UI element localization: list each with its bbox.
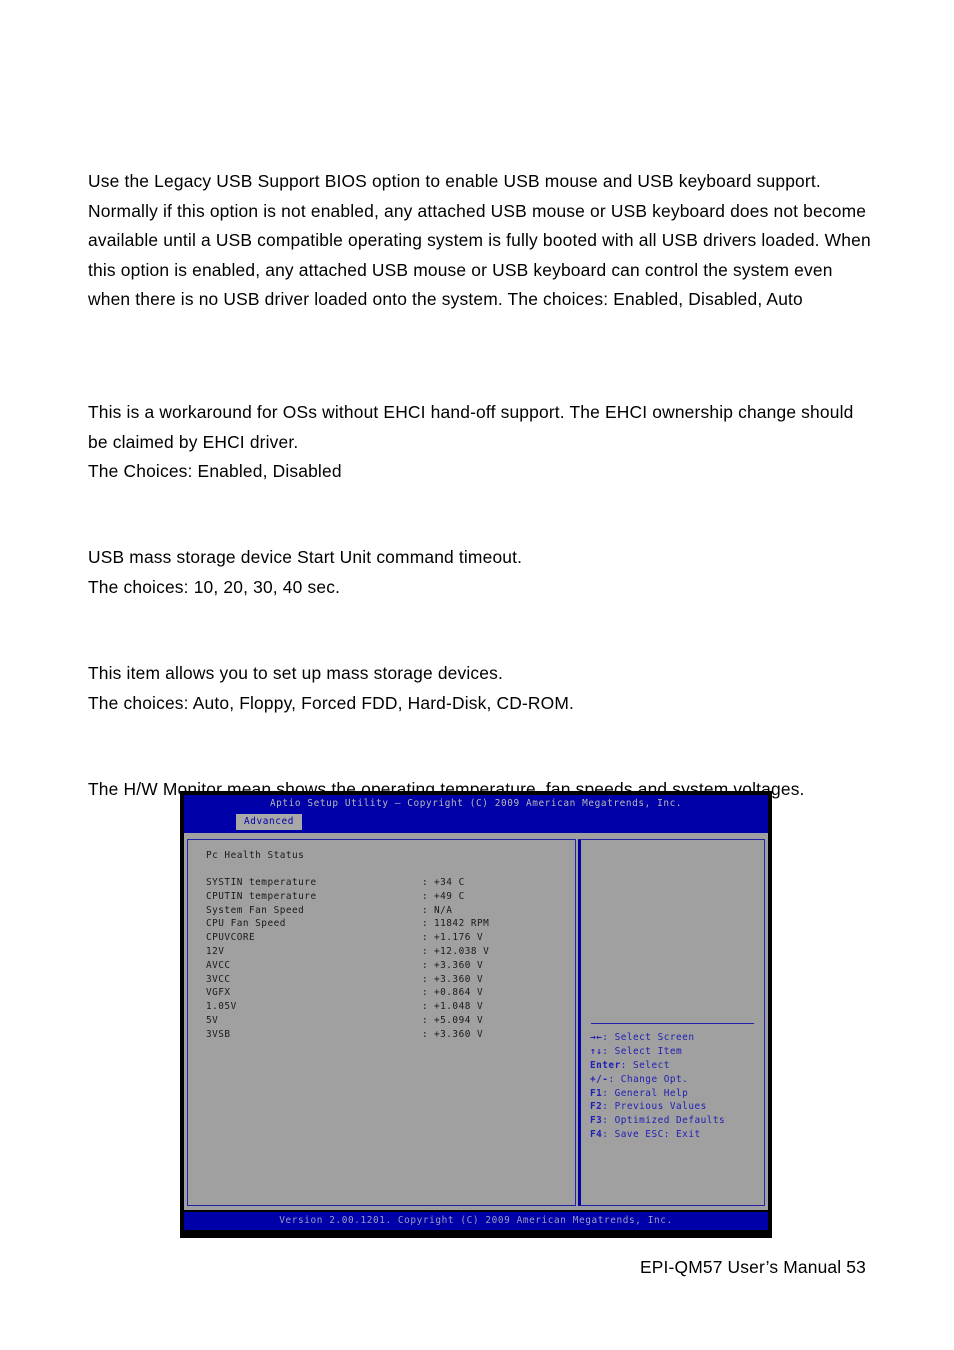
bios-item-list: SYSTIN temperature: +34 C CPUTIN temperatu…	[206, 877, 571, 1043]
bios-help-text: : Previous Values	[602, 1101, 707, 1113]
bios-item-row[interactable]: CPUVCORE: +1.176 V	[206, 932, 571, 946]
bios-help-row: F1: General Help	[590, 1088, 760, 1102]
bios-item-label: 12V	[206, 945, 225, 957]
bios-help-text: : Optimized Defaults	[602, 1115, 726, 1127]
bios-item-separator: :	[422, 1028, 429, 1040]
bios-item-row[interactable]: System Fan Speed: N/A	[206, 905, 571, 919]
bios-help-key: +/-	[590, 1073, 609, 1085]
bios-help-row: →←: Select Screen	[590, 1032, 760, 1046]
bios-help-key: Enter	[590, 1059, 621, 1071]
bios-item-value: +1.048 V	[434, 1001, 484, 1013]
bios-title: Aptio Setup Utility – Copyright (C) 2009…	[269, 798, 683, 809]
bios-item-label: CPUTIN temperature	[206, 890, 317, 902]
manual-page: Use the Legacy USB Support BIOS option t…	[0, 0, 954, 1350]
bios-item-value: +1.176 V	[434, 932, 484, 944]
bios-item-row[interactable]: 3VCC: +3.360 V	[206, 974, 571, 988]
bios-item-separator: :	[422, 945, 429, 957]
bios-item-row[interactable]: 12V: +12.038 V	[206, 946, 571, 960]
bios-item-separator: :	[422, 987, 429, 999]
bios-item-value: +12.038 V	[434, 945, 490, 957]
bios-item-label: AVCC	[206, 959, 231, 971]
bios-help-key: F1	[590, 1087, 603, 1099]
bios-help-text: : Select Item	[602, 1045, 683, 1057]
bios-item-separator: :	[422, 1001, 429, 1013]
bios-item-separator: :	[422, 959, 429, 971]
bios-tab-advanced[interactable]: Advanced	[236, 814, 302, 830]
bios-help-list: →←: Select Screen ↑↓: Select Item Enter: S…	[590, 1032, 760, 1143]
bios-item-label: CPU Fan Speed	[206, 918, 286, 930]
bios-item-label: System Fan Speed	[206, 904, 305, 916]
bios-header-bar: Aptio Setup Utility – Copyright (C) 2009…	[184, 795, 768, 833]
bios-item-separator: :	[422, 904, 429, 916]
bios-help-text: : Save ESC: Exit	[602, 1129, 701, 1141]
bios-item-value: +49 C	[434, 890, 465, 902]
bios-help-key: F2	[590, 1101, 603, 1113]
help-separator	[591, 1023, 754, 1024]
bios-item-row[interactable]: 1.05V: +1.048 V	[206, 1001, 571, 1015]
bios-item-separator: :	[422, 918, 429, 930]
bios-body: Pc Health Status SYSTIN temperature: +34 …	[184, 833, 768, 1210]
bios-item-separator: :	[422, 890, 429, 902]
bios-item-row[interactable]: 3VSB: +3.360 V	[206, 1029, 571, 1043]
bios-item-row[interactable]: 5V: +5.094 V	[206, 1015, 571, 1029]
bios-item-row[interactable]: SYSTIN temperature: +34 C	[206, 877, 571, 891]
bios-help-text: : Select Screen	[602, 1032, 695, 1043]
bios-help-row: ↑↓: Select Item	[590, 1046, 760, 1060]
bios-screenshot-figure: Aptio Setup Utility – Copyright (C) 2009…	[180, 791, 772, 1238]
bios-item-separator: :	[422, 877, 429, 888]
bios-item-row[interactable]: AVCC: +3.360 V	[206, 960, 571, 974]
bios-item-label: 5V	[206, 1014, 219, 1026]
bios-item-value: +3.360 V	[434, 959, 484, 971]
bios-help-key: ↑↓	[590, 1045, 603, 1057]
bios-version-text: Version 2.00.1201. Copyright (C) 2009 Am…	[279, 1215, 673, 1226]
paragraph-legacy-usb-support: Use the Legacy USB Support BIOS option t…	[88, 171, 871, 310]
bios-item-separator: :	[422, 973, 429, 985]
bios-item-label: SYSTIN temperature	[206, 877, 317, 888]
bios-footer-bar: Version 2.00.1201. Copyright (C) 2009 Am…	[184, 1212, 768, 1230]
bios-item-row[interactable]: CPU Fan Speed:11842 RPM	[206, 918, 571, 932]
bios-help-text: : General Help	[602, 1087, 689, 1099]
paragraph-ehci-handoff: This is a workaround for OSs without EHC…	[88, 402, 854, 482]
bios-help-row: +/-: Change Opt.	[590, 1074, 760, 1088]
bios-help-key: →←	[590, 1032, 603, 1043]
bios-item-value: +3.360 V	[434, 973, 484, 985]
paragraph-mass-storage-setup: This item allows you to set up mass stor…	[88, 663, 575, 713]
page-footer: EPI-QM57 User’s Manual 53	[639, 1257, 866, 1277]
bios-item-value: +5.094 V	[434, 1014, 484, 1026]
bios-help-panel: →←: Select Screen ↑↓: Select Item Enter: S…	[578, 839, 765, 1206]
bios-item-value: 11842 RPM	[434, 918, 490, 930]
bios-item-label: 3VSB	[206, 1028, 231, 1040]
bios-help-row: Enter: Select	[590, 1060, 760, 1074]
bios-item-value: +34 C	[434, 877, 465, 888]
bios-item-separator: :	[422, 932, 429, 944]
bios-item-label: VGFX	[206, 987, 231, 999]
bios-help-row: F2: Previous Values	[590, 1101, 760, 1115]
bios-item-value: +0.864 V	[434, 987, 484, 999]
bios-item-separator: :	[422, 1014, 429, 1026]
paragraph-mass-storage-timeout: USB mass storage device Start Unit comma…	[88, 547, 523, 597]
bios-section-title: Pc Health Status	[206, 850, 305, 861]
bios-item-label: CPUVCORE	[206, 932, 256, 944]
bios-item-value: +3.360 V	[434, 1028, 484, 1040]
bios-help-text: : Change Opt.	[608, 1073, 689, 1085]
bios-help-key: F3	[590, 1115, 603, 1127]
bios-item-value: N/A	[434, 904, 453, 916]
bios-help-row: F4: Save ESC: Exit	[590, 1129, 760, 1143]
bios-help-key: F4	[590, 1129, 603, 1141]
bios-settings-panel: Pc Health Status SYSTIN temperature: +34 …	[187, 839, 576, 1206]
bios-item-label: 1.05V	[206, 1001, 237, 1013]
bios-item-row[interactable]: CPUTIN temperature: +49 C	[206, 891, 571, 905]
bios-item-label: 3VCC	[206, 973, 231, 985]
bios-help-row: F3: Optimized Defaults	[590, 1115, 760, 1129]
bios-help-text: : Select	[620, 1059, 670, 1071]
bios-item-row[interactable]: VGFX: +0.864 V	[206, 987, 571, 1001]
